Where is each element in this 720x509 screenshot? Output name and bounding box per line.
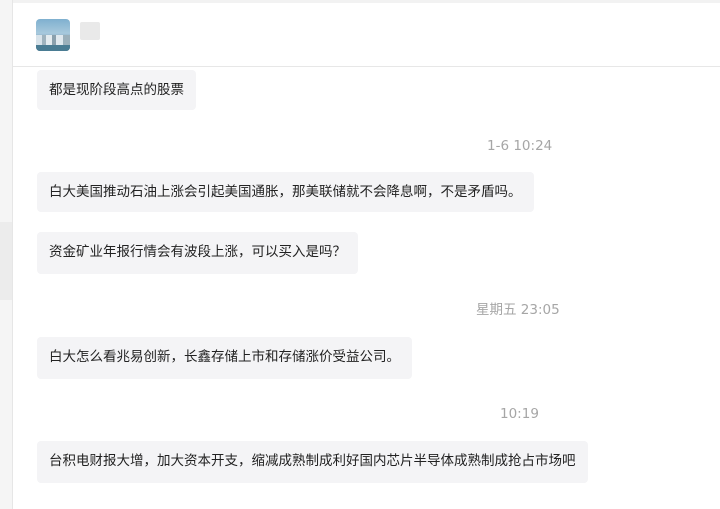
- message-bubble[interactable]: 白大怎么看兆易创新，长鑫存储上市和存储涨价受益公司。: [37, 337, 412, 379]
- message-bubble[interactable]: 都是现阶段高点的股票: [37, 70, 196, 110]
- chat-header: [13, 3, 720, 67]
- side-panel-edge: [0, 0, 12, 509]
- message-timestamp: 10:19: [500, 406, 539, 422]
- chat-window: 都是现阶段高点的股票 1-6 10:24 白大美国推动石油上涨会引起美国通胀，那…: [12, 0, 720, 509]
- message-bubble[interactable]: 白大美国推动石油上涨会引起美国通胀，那美联储就不会降息啊，不是矛盾吗。: [37, 172, 534, 212]
- message-timestamp: 星期五 23:05: [476, 302, 560, 318]
- message-bubble[interactable]: 台积电财报大增，加大资本开支，缩减成熟制成利好国内芯片半导体成熟制成抢占市场吧: [37, 441, 588, 483]
- side-panel-selected-item[interactable]: [0, 222, 12, 300]
- avatar-water: [36, 45, 70, 51]
- message-bubble[interactable]: 资金矿业年报行情会有波段上涨，可以买入是吗？: [37, 232, 358, 274]
- message-timestamp: 1-6 10:24: [487, 138, 553, 154]
- message-list[interactable]: 都是现阶段高点的股票 1-6 10:24 白大美国推动石油上涨会引起美国通胀，那…: [13, 68, 720, 509]
- contact-name[interactable]: [80, 22, 100, 40]
- avatar-skyline: [36, 35, 70, 45]
- contact-avatar[interactable]: [36, 19, 70, 51]
